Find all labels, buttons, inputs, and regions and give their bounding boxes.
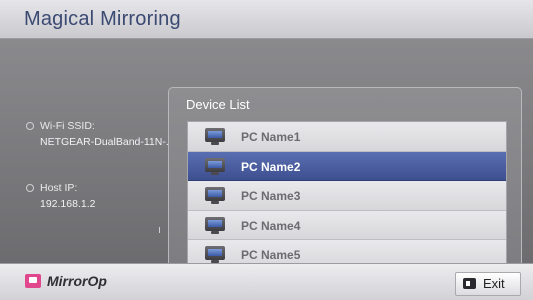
host-ip-label: Host IP: [40, 182, 78, 194]
wifi-ssid-value: NETGEAR-DualBand-11N-... [40, 136, 175, 148]
monitor-icon [205, 128, 225, 145]
monitor-icon [205, 157, 225, 175]
device-label: PC Name4 [241, 218, 301, 233]
device-list[interactable]: PC Name1 PC Name2 PC Name3 PC Name4 PC N… [187, 121, 507, 272]
host-info: Host IP: 192.168.1.2 [26, 180, 96, 212]
main-area: Wi-Fi SSID: NETGEAR-DualBand-11N-... Hos… [0, 39, 533, 287]
monitor-icon [205, 246, 225, 264]
device-item-pc-name1[interactable]: PC Name1 [188, 122, 506, 152]
wifi-info: Wi-Fi SSID: NETGEAR-DualBand-11N-... [26, 118, 175, 150]
device-label: PC Name3 [241, 189, 301, 204]
remote-key-icon [463, 278, 476, 289]
divider [159, 227, 160, 233]
wifi-ssid-label: Wi-Fi SSID: [40, 120, 95, 132]
device-item-pc-name3[interactable]: PC Name3 [188, 181, 506, 211]
device-item-pc-name4[interactable]: PC Name4 [188, 210, 506, 241]
device-list-title: Device List [186, 97, 250, 112]
device-label: PC Name1 [241, 130, 301, 144]
mirrorop-logo-text: MirrorOp [47, 273, 107, 289]
host-ip-value: 192.168.1.2 [40, 198, 96, 210]
page-title: Magical Mirroring [24, 8, 181, 30]
device-label: PC Name5 [241, 248, 301, 263]
footer-bar: MirrorOp Exit [0, 263, 533, 300]
exit-button[interactable]: Exit [455, 272, 521, 296]
monitor-icon [205, 187, 225, 205]
title-bar: Magical Mirroring [0, 0, 533, 39]
exit-label: Exit [483, 276, 505, 291]
device-label: PC Name2 [241, 159, 301, 174]
device-item-pc-name2[interactable]: PC Name2 [188, 151, 506, 182]
monitor-icon [205, 216, 225, 234]
device-list-panel: Device List PC Name1 PC Name2 PC Name3 P… [168, 87, 522, 287]
mirrorop-logo-icon [25, 274, 41, 288]
bullet-icon [26, 184, 34, 192]
bullet-icon [26, 122, 34, 130]
